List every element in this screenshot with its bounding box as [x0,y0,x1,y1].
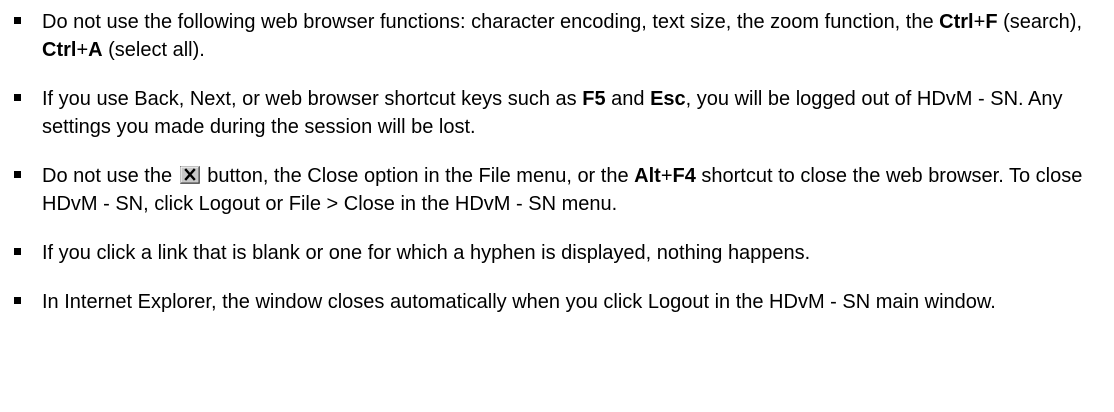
note-item: Do not use the following web browser fun… [0,8,1114,64]
document-page: Do not use the following web browser fun… [0,0,1114,412]
bullet-icon [14,248,21,255]
shortcut-key: Ctrl [42,39,77,61]
note-text-segment: If you use Back, Next, or web browser sh… [42,88,583,110]
note-text-segment: In Internet Explorer, the window closes … [42,291,996,313]
note-text-segment: + [973,11,986,33]
shortcut-key: Alt [634,165,661,187]
shortcut-key: Esc [650,88,686,110]
close-window-icon [179,166,200,184]
notes-list: Do not use the following web browser fun… [0,8,1114,316]
note-text-segment: Do not use the following web browser fun… [42,11,940,33]
note-text-segment: + [76,39,89,61]
bullet-icon [14,94,21,101]
note-text-segment: Do not use the [42,165,178,187]
note-text-segment: If you click a link that is blank or one… [42,242,811,264]
bullet-icon [14,297,21,304]
shortcut-key: F5 [582,88,606,110]
bullet-icon [14,171,21,178]
note-item: Do not use the button, the Close option … [0,162,1114,218]
shortcut-key: Ctrl [939,11,974,33]
note-item: If you use Back, Next, or web browser sh… [0,85,1114,141]
note-text-segment: (search), [997,11,1082,33]
note-text: In Internet Explorer, the window closes … [42,291,996,313]
note-item: In Internet Explorer, the window closes … [0,288,1114,316]
note-text: Do not use the button, the Close option … [42,165,1082,215]
note-text: Do not use the following web browser fun… [42,11,1082,61]
note-text-segment: and [605,88,651,110]
bullet-icon [14,17,21,24]
note-text-segment: + [660,165,673,187]
note-item: If you click a link that is blank or one… [0,239,1114,267]
note-text-segment: (select all). [102,39,205,61]
note-text-segment: button, the Close option in the File men… [201,165,635,187]
note-text: If you use Back, Next, or web browser sh… [42,88,1063,138]
shortcut-key: A [88,39,103,61]
note-text: If you click a link that is blank or one… [42,242,810,264]
shortcut-key: F4 [672,165,696,187]
shortcut-key: F [985,11,998,33]
